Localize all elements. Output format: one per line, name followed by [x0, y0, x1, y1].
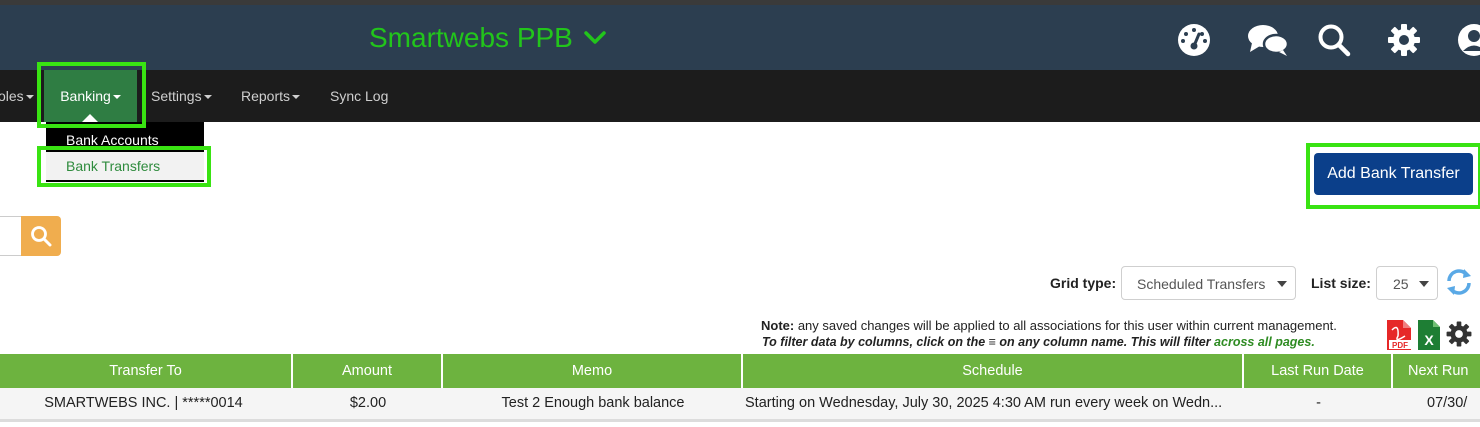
add-bank-transfer-button[interactable]: Add Bank Transfer — [1314, 153, 1473, 195]
note-body: any saved changes will be applied to all… — [794, 318, 1337, 333]
main-navbar: oles Banking Settings Reports Sync Log — [0, 70, 1480, 122]
search-button[interactable] — [21, 216, 61, 256]
chevron-down-icon — [1277, 281, 1287, 287]
column-header-schedule[interactable]: Schedule — [743, 354, 1244, 388]
nav-item-sync-log[interactable]: Sync Log — [330, 70, 388, 122]
column-header-amount[interactable]: Amount — [293, 354, 443, 388]
pdf-export-icon[interactable]: PDF — [1384, 319, 1414, 351]
search-icon[interactable] — [1316, 22, 1352, 58]
column-header-memo[interactable]: Memo — [443, 354, 743, 388]
filter-hint-text: To filter data by columns, click on the … — [762, 335, 1215, 349]
caret-down-icon — [203, 95, 212, 100]
cell-amount: $2.00 — [349, 395, 387, 411]
list-size-select[interactable]: 25 — [1376, 266, 1438, 300]
list-size-value: 25 — [1393, 276, 1409, 292]
app-header: Smartwebs PPB — [0, 5, 1480, 70]
svg-text:PDF: PDF — [1392, 341, 1408, 350]
column-header-transfer-to[interactable]: Transfer To — [0, 354, 293, 388]
caret-down-icon — [112, 95, 121, 100]
nav-label: Settings — [151, 88, 202, 104]
excel-export-icon[interactable]: X — [1416, 319, 1442, 351]
chat-bubbles-icon[interactable] — [1247, 22, 1289, 58]
banking-dropdown-menu: Bank Accounts Bank Transfers — [46, 122, 204, 182]
app-switcher[interactable]: Smartwebs PPB — [369, 22, 607, 54]
chevron-down-icon — [1419, 281, 1429, 287]
cell-memo: Test 2 Enough bank balance — [501, 395, 685, 411]
nav-label: Banking — [60, 88, 111, 104]
list-size-label: List size: — [1311, 275, 1371, 291]
dashboard-gauge-icon[interactable] — [1176, 22, 1212, 58]
cell-last-run-date: - — [1316, 395, 1321, 411]
table-header: Transfer To Amount Memo Schedule Last Ru… — [0, 354, 1480, 388]
grid-type-label: Grid type: — [1050, 275, 1117, 291]
nav-item-roles[interactable]: oles — [0, 70, 34, 122]
caret-down-icon — [292, 95, 301, 100]
user-avatar-icon[interactable] — [1456, 22, 1480, 58]
search-icon — [31, 226, 52, 247]
grid-settings-gear-icon[interactable] — [1445, 320, 1473, 348]
nav-item-settings[interactable]: Settings — [151, 70, 212, 122]
cell-transfer-to: SMARTWEBS INC. | *****0014 — [44, 395, 243, 411]
chevron-down-icon — [584, 31, 606, 44]
grid-type-value: Scheduled Transfers — [1137, 276, 1266, 292]
caret-down-icon — [25, 95, 34, 100]
svg-text:X: X — [1424, 332, 1434, 348]
column-header-next-run[interactable]: Next Run — [1393, 354, 1480, 388]
note-text: Note: any saved changes will be applied … — [761, 318, 1337, 333]
nav-label: Reports — [241, 88, 291, 104]
nav-item-reports[interactable]: Reports — [241, 70, 301, 122]
nav-label: oles — [0, 88, 24, 104]
note-bold: Note: — [761, 318, 795, 333]
grid-type-select[interactable]: Scheduled Transfers — [1121, 266, 1296, 300]
cell-schedule: Starting on Wednesday, July 30, 2025 4:3… — [745, 395, 1223, 411]
menu-item-bank-transfers[interactable]: Bank Transfers — [46, 152, 204, 180]
cell-next-run: 07/30/ — [1427, 395, 1468, 411]
dropdown-pointer — [82, 114, 98, 122]
table-row[interactable]: SMARTWEBS INC. | *****0014 $2.00 Test 2 … — [0, 388, 1480, 422]
app-title: Smartwebs PPB — [369, 22, 573, 53]
column-header-last-run-date[interactable]: Last Run Date — [1244, 354, 1393, 388]
search-input[interactable] — [0, 216, 23, 256]
filter-hint-highlight: across all pages. — [1214, 335, 1315, 349]
filter-hint: To filter data by columns, click on the … — [762, 335, 1315, 349]
nav-label: Sync Log — [330, 88, 389, 104]
gear-icon[interactable] — [1386, 22, 1422, 58]
refresh-icon[interactable] — [1444, 267, 1474, 297]
menu-item-bank-accounts[interactable]: Bank Accounts — [46, 122, 204, 152]
